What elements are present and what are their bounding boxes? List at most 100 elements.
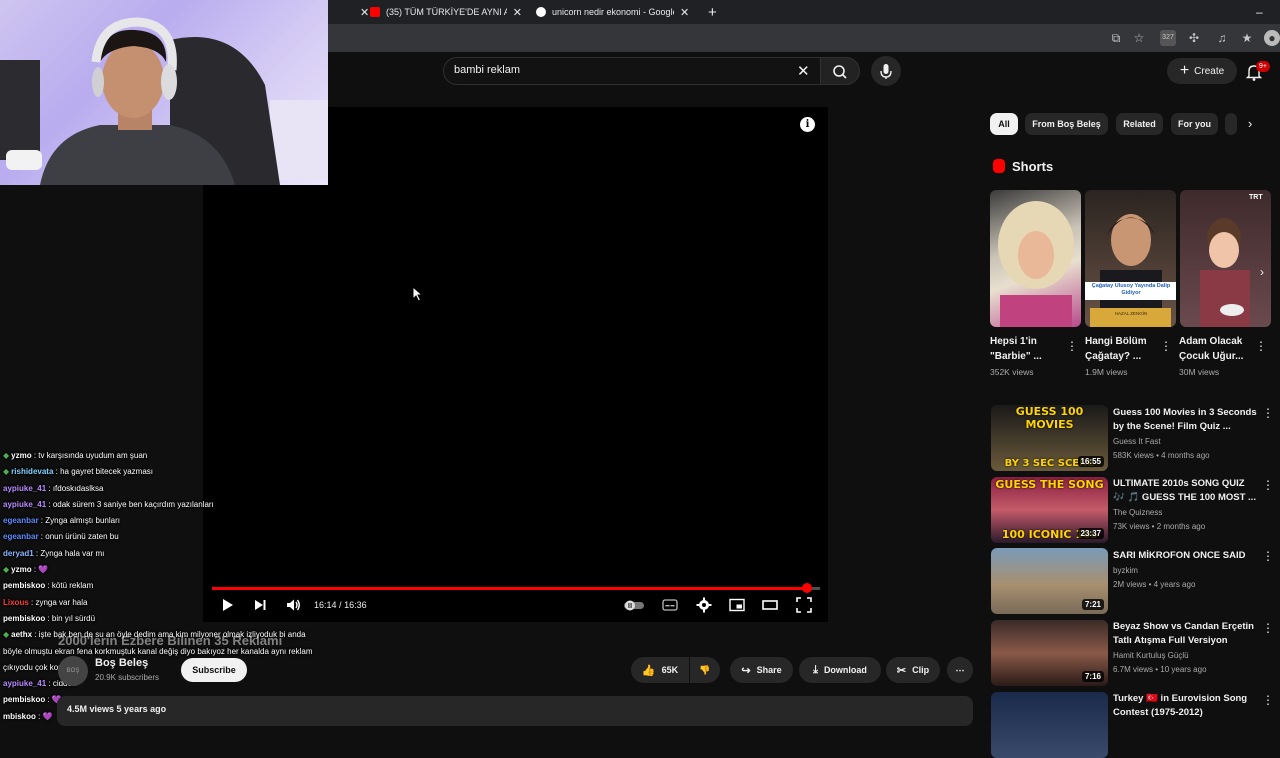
chat-message: egeanbar : onun ürünü zaten bu: [3, 532, 119, 542]
dislike-button[interactable]: 👎: [690, 657, 720, 683]
subtitles-icon[interactable]: [662, 597, 678, 613]
chat-username: deryad1: [3, 548, 34, 558]
install-app-icon[interactable]: ⧉: [1108, 30, 1124, 46]
tab-google-search[interactable]: unicorn nedir ekonomi - Google S ✕: [530, 2, 696, 22]
short-title-3[interactable]: Adam Olacak Çocuk Uğur...: [1179, 334, 1254, 364]
chat-text: 💜: [42, 711, 53, 721]
video-title-3[interactable]: SARI MİKROFON ONCE SAID: [1113, 549, 1258, 563]
download-button[interactable]: ⤓ Download: [799, 657, 881, 683]
video-title-5[interactable]: Turkey 🇹🇷 in Eurovision Song Contest (19…: [1113, 692, 1258, 720]
short-thumbnail-2[interactable]: [1085, 190, 1176, 327]
settings-gear-icon[interactable]: [696, 597, 712, 613]
chip-for-you[interactable]: For you: [1171, 113, 1218, 135]
duration-badge: 7:21: [1081, 599, 1104, 610]
extensions-puzzle-icon[interactable]: ✣: [1186, 30, 1202, 46]
subscribe-button[interactable]: Subscribe: [181, 658, 247, 682]
progress-scrubber[interactable]: [801, 583, 812, 593]
more-vertical-icon[interactable]: ⋮: [1262, 478, 1274, 492]
tab-youtube-video[interactable]: (35) TÜM TÜRKİYE'DE AYNI ANDA ✕: [364, 2, 528, 22]
chat-username: aypiuke_41: [3, 483, 47, 493]
video-channel-3[interactable]: byzkim: [1113, 566, 1138, 575]
shorts-section-title: Shorts: [1012, 159, 1054, 174]
chat-username: aypiuke_41: [3, 679, 47, 689]
channel-avatar[interactable]: BOŞ: [58, 656, 88, 686]
minimize-button[interactable]: –: [1250, 2, 1269, 22]
channel-name[interactable]: Boş Beleş: [95, 657, 148, 669]
chat-text: Zynga hala var mı: [40, 548, 105, 558]
thumb-text: GUESS 100 MOVIES: [1015, 405, 1084, 431]
more-vertical-icon[interactable]: ⋮: [1262, 549, 1274, 563]
clip-button[interactable]: ✂ Clip: [886, 657, 940, 683]
duration-badge: 16:55: [1077, 456, 1104, 467]
short-title-1[interactable]: Hepsi 1'in "Barbie" ...: [990, 334, 1065, 364]
more-vertical-icon[interactable]: ⋮: [1262, 693, 1274, 707]
chevron-right-icon[interactable]: ›: [1248, 116, 1252, 131]
stream-chat-overlay: ◆ yzmo : tv karşısında uyudum am şuan ◆ ris…: [3, 448, 403, 725]
chat-text: bin yıl sürdü: [51, 613, 96, 623]
chip-all[interactable]: All: [990, 113, 1018, 135]
extension-icon[interactable]: 327: [1160, 30, 1176, 46]
chat-badge-icon: ◆: [3, 467, 10, 477]
miniplayer-icon[interactable]: [729, 597, 745, 613]
short-thumbnail-3[interactable]: [1180, 190, 1271, 327]
bookmark-star-icon[interactable]: ☆: [1131, 30, 1147, 46]
favorites-icon[interactable]: ★: [1239, 30, 1255, 46]
short-thumbnail-1[interactable]: [990, 190, 1081, 327]
video-thumbnail-3[interactable]: 7:21: [991, 548, 1108, 614]
more-vertical-icon[interactable]: ⋮: [1262, 621, 1274, 635]
shorts-next-icon[interactable]: ›: [1260, 265, 1264, 279]
video-meta-4: 6.7M views • 10 years ago: [1113, 665, 1207, 674]
short-views-3: 30M views: [1179, 367, 1220, 377]
voice-search-button[interactable]: [871, 56, 901, 86]
more-vertical-icon[interactable]: ⋮: [1255, 339, 1267, 353]
video-thumbnail-2[interactable]: GUESS THE SONG 100 ICONIC 10s 23:37: [991, 477, 1108, 543]
chip-more[interactable]: [1225, 113, 1237, 135]
autoplay-toggle-icon[interactable]: [623, 597, 645, 613]
chat-message: deryad1 : Zynga hala var mı: [3, 548, 105, 558]
chat-text: ha gayret bitecek yazması: [60, 467, 154, 477]
new-tab-button[interactable]: +: [702, 2, 723, 22]
short-title-2[interactable]: Hangi Bölüm Çağatay? ...: [1085, 334, 1160, 364]
chat-username: Lixous: [3, 597, 29, 607]
clear-search-icon[interactable]: ✕: [797, 62, 810, 80]
more-vertical-icon[interactable]: ⋮: [1262, 406, 1274, 420]
video-thumbnail-4[interactable]: 7:16: [991, 620, 1108, 686]
webcam-overlay: [0, 0, 328, 185]
video-title-2[interactable]: ULTIMATE 2010s SONG QUIZ 🎶 🎵 GUESS THE 1…: [1113, 477, 1258, 505]
duration-badge: 7:16: [1081, 671, 1104, 682]
info-icon[interactable]: i: [800, 117, 815, 132]
extension-badge: 327: [1162, 34, 1174, 41]
channel-logo-badge: TRT: [1249, 194, 1263, 201]
fullscreen-icon[interactable]: [796, 597, 812, 613]
duration-badge: 23:37: [1077, 528, 1104, 539]
more-actions-button[interactable]: ⋯: [947, 657, 973, 683]
video-title-1[interactable]: Guess 100 Movies in 3 Seconds by the Sce…: [1113, 406, 1258, 434]
video-title-4[interactable]: Beyaz Show vs Candan Erçetin Tatlı Atışm…: [1113, 620, 1258, 648]
chat-text: odak sürem 3 saniye ben kaçırdım yazılan…: [52, 499, 214, 509]
close-icon[interactable]: ✕: [680, 6, 689, 19]
chat-username: pembiskoo: [3, 581, 46, 591]
chat-message: aypiuke_41 : odak sürem 3 saniye ben kaç…: [3, 499, 214, 509]
video-channel-2[interactable]: The Quizness: [1113, 508, 1162, 517]
video-thumbnail-1[interactable]: GUESS 100 MOVIES BY 3 SEC SCENE 16:55: [991, 405, 1108, 471]
close-icon[interactable]: ✕: [513, 6, 522, 19]
theater-mode-icon[interactable]: [762, 597, 778, 613]
more-vertical-icon[interactable]: ⋮: [1066, 339, 1078, 353]
more-vertical-icon[interactable]: ⋮: [1160, 339, 1172, 353]
like-button[interactable]: 👍 65K: [631, 657, 689, 683]
chip-from-channel[interactable]: From Boş Beleş: [1025, 113, 1108, 135]
thumbs-down-icon: 👎: [699, 664, 711, 675]
search-button[interactable]: [820, 57, 860, 85]
chip-related[interactable]: Related: [1116, 113, 1163, 135]
chat-username: pembiskoo: [3, 613, 46, 623]
share-button[interactable]: ↪ Share: [730, 657, 793, 683]
profile-avatar-icon[interactable]: ●: [1264, 30, 1280, 46]
video-channel-1[interactable]: Guess It Fast: [1113, 437, 1161, 446]
media-control-icon[interactable]: ♫: [1214, 30, 1230, 46]
description-box[interactable]: [57, 696, 973, 726]
create-button[interactable]: + Create: [1167, 58, 1237, 84]
chat-username: pembiskoo: [3, 695, 46, 705]
video-channel-4[interactable]: Hamit Kurtuluş Güçlü: [1113, 651, 1189, 660]
video-meta-1: 583K views • 4 months ago: [1113, 451, 1210, 460]
video-thumbnail-5[interactable]: [991, 692, 1108, 758]
